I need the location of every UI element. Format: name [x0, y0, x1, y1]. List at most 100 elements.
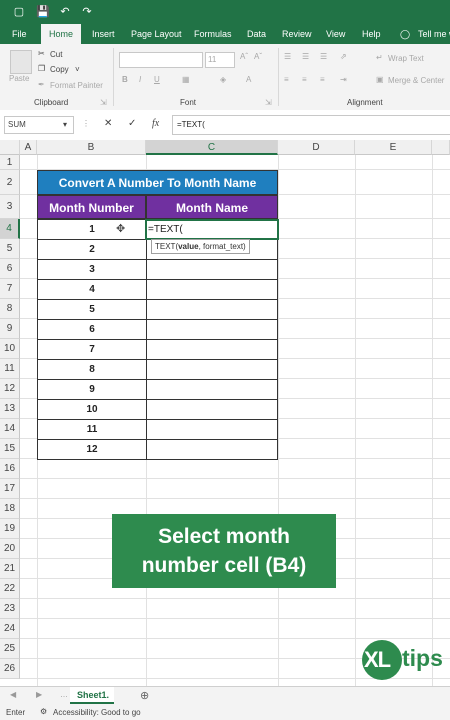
row-header-14[interactable]: 14: [0, 419, 20, 439]
redo-icon[interactable]: ↷: [80, 5, 94, 19]
row-header-3[interactable]: 3: [0, 195, 20, 219]
italic-icon[interactable]: I: [139, 75, 141, 84]
align-bottom-icon[interactable]: ☰: [320, 52, 327, 61]
row-header-25[interactable]: 25: [0, 639, 20, 659]
shrink-font-icon[interactable]: Aˇ: [254, 52, 262, 61]
row-header-15[interactable]: 15: [0, 439, 20, 459]
formula-input[interactable]: =TEXT(: [172, 115, 450, 135]
month-number-cell[interactable]: 3: [37, 259, 147, 280]
month-number-cell[interactable]: 9: [37, 379, 147, 400]
font-name-select[interactable]: [119, 52, 203, 68]
header-month-name[interactable]: Month Name: [146, 195, 278, 219]
bold-icon[interactable]: B: [122, 75, 128, 84]
font-color-icon[interactable]: A: [246, 75, 251, 84]
insert-function-icon[interactable]: fx: [152, 118, 159, 129]
row-header-26[interactable]: 26: [0, 659, 20, 679]
chevron-down-icon[interactable]: ˅: [75, 65, 80, 74]
table-title[interactable]: Convert A Number To Month Name: [37, 170, 278, 195]
month-name-cell[interactable]: [146, 339, 278, 360]
row-header-4[interactable]: 4: [0, 219, 20, 239]
row-header-17[interactable]: 17: [0, 479, 20, 499]
dialog-launcher-icon[interactable]: ⇲: [100, 98, 107, 107]
row-header-20[interactable]: 20: [0, 539, 20, 559]
tab-help[interactable]: Help: [362, 24, 381, 44]
row-header-22[interactable]: 22: [0, 579, 20, 599]
header-month-number[interactable]: Month Number: [37, 195, 146, 219]
row-header-10[interactable]: 10: [0, 339, 20, 359]
row-header-23[interactable]: 23: [0, 599, 20, 619]
name-box[interactable]: SUM ▾: [4, 116, 74, 134]
copy-button[interactable]: Copy: [50, 65, 69, 74]
brush-icon[interactable]: ✒: [38, 80, 45, 89]
month-number-cell[interactable]: 8: [37, 359, 147, 380]
paste-button[interactable]: Paste: [9, 74, 29, 83]
column-header-e[interactable]: E: [355, 140, 432, 155]
month-number-cell[interactable]: 10: [37, 399, 147, 420]
row-header-18[interactable]: 18: [0, 499, 20, 519]
copy-icon[interactable]: ❐: [38, 64, 45, 73]
align-center-icon[interactable]: ≡: [302, 75, 307, 84]
row-header-24[interactable]: 24: [0, 619, 20, 639]
merge-icon[interactable]: ▣: [376, 75, 384, 84]
month-name-cell[interactable]: [146, 319, 278, 340]
undo-icon[interactable]: ↶: [58, 5, 72, 19]
column-header-a[interactable]: A: [20, 140, 37, 155]
save-icon[interactable]: 💾: [36, 5, 50, 19]
worksheet-grid[interactable]: A B C D E 1 2 3 4 5 6 7 8 9 10 11 12 13 14 15 16 17 18 19 2…: [0, 140, 450, 686]
month-name-cell[interactable]: [146, 299, 278, 320]
month-name-cell[interactable]: [146, 359, 278, 380]
font-size-select[interactable]: 11: [205, 52, 235, 68]
column-header-d[interactable]: D: [278, 140, 355, 155]
wrap-text-icon[interactable]: ↵: [376, 53, 383, 62]
chevron-down-icon[interactable]: ▾: [63, 120, 67, 129]
paste-icon[interactable]: [10, 50, 32, 74]
merge-center-button[interactable]: Merge & Center: [388, 76, 444, 85]
underline-icon[interactable]: U: [154, 75, 160, 84]
cancel-icon[interactable]: ✕: [104, 118, 112, 129]
month-number-cell[interactable]: 1: [37, 219, 147, 240]
tab-page-layout[interactable]: Page Layout: [131, 24, 182, 44]
select-all-corner[interactable]: [0, 140, 20, 155]
column-header-c[interactable]: C: [146, 140, 278, 155]
row-header-2[interactable]: 2: [0, 170, 20, 195]
dialog-launcher-icon[interactable]: ⇲: [265, 98, 272, 107]
month-number-cell[interactable]: 11: [37, 419, 147, 440]
row-header-21[interactable]: 21: [0, 559, 20, 579]
format-painter-button[interactable]: Format Painter: [50, 81, 103, 90]
row-header-6[interactable]: 6: [0, 259, 20, 279]
month-number-cell[interactable]: 7: [37, 339, 147, 360]
orientation-icon[interactable]: ⇗: [340, 52, 347, 61]
month-number-cell[interactable]: 2: [37, 239, 147, 260]
align-middle-icon[interactable]: ☰: [302, 52, 309, 61]
tab-tell-me[interactable]: Tell me w: [418, 24, 450, 44]
tab-insert[interactable]: Insert: [92, 24, 115, 44]
align-left-icon[interactable]: ≡: [284, 75, 289, 84]
row-header-7[interactable]: 7: [0, 279, 20, 299]
tab-data[interactable]: Data: [247, 24, 266, 44]
sheet-tab-active[interactable]: Sheet1.: [70, 687, 114, 704]
month-name-cell[interactable]: [146, 259, 278, 280]
cut-icon[interactable]: ✂: [38, 49, 45, 58]
row-header-12[interactable]: 12: [0, 379, 20, 399]
tab-view[interactable]: View: [326, 24, 345, 44]
tab-home[interactable]: Home: [41, 24, 82, 44]
row-header-9[interactable]: 9: [0, 319, 20, 339]
month-number-cell[interactable]: 6: [37, 319, 147, 340]
tab-formulas[interactable]: Formulas: [194, 24, 232, 44]
tab-review[interactable]: Review: [282, 24, 312, 44]
row-header-16[interactable]: 16: [0, 459, 20, 479]
month-name-cell[interactable]: [146, 399, 278, 420]
enter-icon[interactable]: ✓: [128, 118, 136, 129]
add-sheet-icon[interactable]: ⊕: [140, 689, 149, 702]
cut-button[interactable]: Cut: [50, 50, 62, 59]
month-name-cell[interactable]: [146, 379, 278, 400]
row-header-11[interactable]: 11: [0, 359, 20, 379]
accessibility-status[interactable]: Accessibility: Good to go: [53, 708, 141, 717]
row-header-1[interactable]: 1: [0, 155, 20, 170]
row-header-5[interactable]: 5: [0, 239, 20, 259]
align-top-icon[interactable]: ☰: [284, 52, 291, 61]
row-header-19[interactable]: 19: [0, 519, 20, 539]
borders-icon[interactable]: ▦: [182, 75, 190, 84]
align-right-icon[interactable]: ≡: [320, 75, 325, 84]
month-name-cell[interactable]: [146, 279, 278, 300]
